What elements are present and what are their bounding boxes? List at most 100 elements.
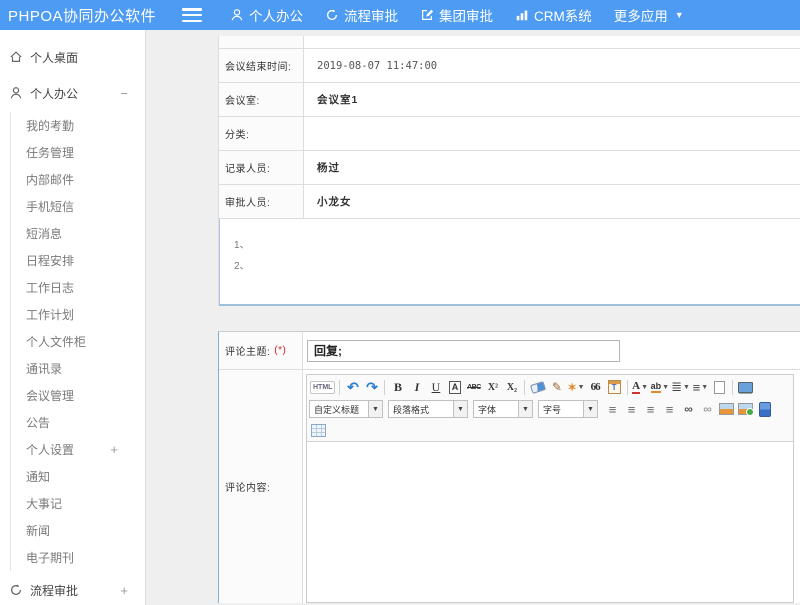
expand-icon[interactable]: + [110, 442, 118, 457]
sidebar-item-label: 通讯录 [26, 360, 62, 377]
align-right-icon[interactable]: ≡ [642, 400, 659, 418]
sidebar-item-contacts[interactable]: 通讯录 [26, 355, 145, 382]
italic-icon[interactable]: I [408, 378, 425, 396]
collapse-icon[interactable]: − [120, 86, 128, 101]
sidebar-item-label: 个人桌面 [30, 49, 78, 66]
comment-subject-input[interactable] [307, 340, 620, 362]
select-value: 字号 [539, 401, 583, 417]
nav-group-approval[interactable]: 集团审批 [420, 5, 493, 25]
superscript-icon[interactable]: X² [484, 378, 501, 396]
field-label: 分类: [219, 117, 304, 150]
sidebar-item-label: 我的考勤 [26, 117, 74, 134]
sidebar-item-label: 流程审批 [30, 582, 78, 599]
caret-down-icon: ▼ [583, 401, 597, 417]
sidebar-item-workflow-approval[interactable]: 流程审批 + [0, 575, 145, 605]
home-icon [9, 50, 23, 64]
top-nav: 个人办公 流程审批 集团审批 CRM系统 更多应用 ▼ [230, 5, 684, 25]
sidebar-item-work-log[interactable]: 工作日志 [26, 274, 145, 301]
field-label: 审批人员: [219, 185, 304, 218]
sidebar-item-news[interactable]: 新闻 [26, 517, 145, 544]
sidebar-item-work-plan[interactable]: 工作计划 [26, 301, 145, 328]
eraser-icon[interactable] [530, 381, 546, 394]
caret-down-icon: ▼ [453, 401, 467, 417]
nav-crm-system[interactable]: CRM系统 [515, 5, 592, 25]
custom-title-select[interactable]: 自定义标题 ▼ [309, 400, 383, 418]
meeting-detail-table: 会议结束时间: 2019-08-07 11:47:00 会议室: 会议室1 分类… [218, 36, 800, 306]
blockquote-icon[interactable]: 66 [587, 378, 604, 396]
sidebar: 个人桌面 个人办公 − 我的考勤 任务管理 内部邮件 手机短信 短消息 日程安排… [0, 30, 146, 605]
underline-icon[interactable]: U [427, 378, 444, 396]
field-label: 会议结束时间: [219, 49, 304, 82]
upload-image-icon[interactable] [738, 403, 753, 415]
sidebar-item-personal-file-cabinet[interactable]: 个人文件柜 [26, 328, 145, 355]
nav-label: 更多应用 [614, 5, 668, 25]
font-family-select[interactable]: 字体 ▼ [473, 400, 533, 418]
nav-label: CRM系统 [534, 5, 592, 25]
undo-icon[interactable]: ↶ [344, 378, 361, 396]
html-source-button[interactable]: HTML [310, 381, 335, 394]
sidebar-item-task-management[interactable]: 任务管理 [26, 139, 145, 166]
nav-workflow-approval[interactable]: 流程审批 [325, 5, 398, 25]
format-brush-icon[interactable]: ✎ [548, 378, 565, 396]
field-label: 评论内容: [219, 370, 303, 603]
cycle-icon [325, 8, 339, 22]
paragraph-format-select[interactable]: 段落格式 ▼ [388, 400, 468, 418]
hamburger-menu-icon[interactable] [182, 8, 202, 22]
new-page-icon[interactable] [714, 381, 725, 394]
fullscreen-monitor-icon[interactable] [738, 382, 753, 393]
insert-table-icon[interactable] [311, 424, 326, 437]
font-color-dropdown[interactable]: A▼ [632, 378, 649, 396]
align-left-icon[interactable]: ≡ [604, 400, 621, 418]
subscript-icon[interactable]: X₂ [503, 378, 520, 396]
expand-icon[interactable]: + [120, 583, 128, 598]
approver-row: 审批人员: 小龙女 [219, 185, 800, 219]
paste-as-text-icon[interactable]: T [608, 380, 621, 394]
caret-down-icon: ▼ [701, 384, 708, 391]
insert-media-icon[interactable] [759, 402, 771, 417]
sidebar-item-memorabilia[interactable]: 大事记 [26, 490, 145, 517]
required-mark: (*) [274, 345, 286, 356]
editor-content-area[interactable] [307, 442, 793, 602]
redo-icon[interactable]: ↷ [363, 378, 380, 396]
nav-personal-office[interactable]: 个人办公 [230, 5, 303, 25]
insert-image-icon[interactable] [719, 403, 734, 415]
unordered-list-icon: ≡ [693, 380, 701, 395]
highlight-dropdown[interactable]: ab▼ [651, 378, 669, 396]
font-size-select[interactable]: 字号 ▼ [538, 400, 598, 418]
sidebar-item-personal-office[interactable]: 个人办公 − [0, 78, 145, 108]
caret-down-icon: ▼ [641, 384, 648, 391]
nav-more-apps[interactable]: 更多应用 ▼ [614, 5, 684, 25]
sidebar-item-label: 电子期刊 [26, 549, 74, 566]
font-border-icon[interactable]: A [449, 381, 462, 394]
ordered-list-dropdown[interactable]: ≣▼ [671, 378, 690, 396]
sidebar-item-meeting-management[interactable]: 会议管理 [26, 382, 145, 409]
align-center-icon[interactable]: ≡ [623, 400, 640, 418]
unordered-list-dropdown[interactable]: ≡▼ [692, 378, 709, 396]
sidebar-item-e-journal[interactable]: 电子期刊 [26, 544, 145, 571]
bold-icon[interactable]: B [389, 378, 406, 396]
select-value: 自定义标题 [310, 401, 368, 417]
sidebar-item-short-message[interactable]: 短消息 [26, 220, 145, 247]
sidebar-item-label: 个人文件柜 [26, 333, 86, 350]
sidebar-item-mobile-sms[interactable]: 手机短信 [26, 193, 145, 220]
minutes-line: 2、 [234, 256, 800, 277]
minutes-line: 1、 [234, 235, 800, 256]
link-icon[interactable]: ∞ [680, 400, 697, 418]
sidebar-item-internal-mail[interactable]: 内部邮件 [26, 166, 145, 193]
cycle-icon [9, 583, 23, 597]
sidebar-item-notice[interactable]: 通知 [26, 463, 145, 490]
align-justify-icon[interactable]: ≡ [661, 400, 678, 418]
sidebar-item-personal-desktop[interactable]: 个人桌面 [0, 42, 145, 72]
strikethrough-icon[interactable]: ABC [465, 378, 482, 396]
sidebar-item-label: 手机短信 [26, 198, 74, 215]
sidebar-item-schedule[interactable]: 日程安排 [26, 247, 145, 274]
bar-chart-icon [515, 8, 529, 22]
sidebar-item-announcement[interactable]: 公告 [26, 409, 145, 436]
auto-typeset-dropdown[interactable]: ✶▼ [567, 378, 584, 396]
sidebar-item-label: 个人办公 [30, 85, 78, 102]
sidebar-item-personal-settings[interactable]: 个人设置+ [26, 436, 145, 463]
sidebar-item-my-attendance[interactable]: 我的考勤 [26, 112, 145, 139]
person-icon [9, 86, 23, 100]
field-label: 评论主题: [225, 343, 270, 358]
unlink-icon[interactable]: ∞ [699, 400, 716, 418]
